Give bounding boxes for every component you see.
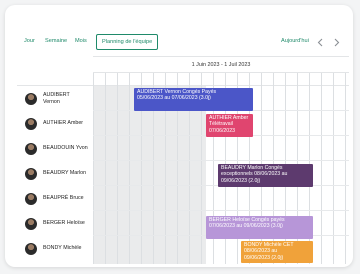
employee-cell[interactable]: BONDY Michèle	[17, 236, 93, 261]
view-day-link[interactable]: Jour	[24, 38, 35, 44]
day-tick	[321, 73, 322, 86]
event-line3: 09/06/2023 (2.0j)	[244, 254, 284, 261]
day-tick	[213, 73, 214, 86]
period-label: 1 Juin 2023 - 1 Juil 2023	[191, 61, 251, 68]
employee-name: BEAUDRY Marlon	[43, 170, 87, 177]
day-tick	[201, 73, 202, 86]
day-tick	[117, 73, 118, 86]
employee-cell[interactable]: AUDIBERT Vernon	[17, 86, 93, 111]
employee-name: AUDIBERT Vernon	[43, 92, 70, 105]
employee-cell[interactable]: BEAUPRÉ Bruce	[17, 186, 93, 211]
employee-cell[interactable]: BERGER Heloïse	[17, 211, 93, 236]
day-tick	[261, 73, 262, 86]
avatar	[25, 142, 37, 155]
employee-name: BEAUPRÉ Bruce	[43, 195, 84, 202]
day-tick	[105, 73, 106, 86]
day-tick	[309, 73, 310, 86]
event-berger[interactable]: BERGER Heloïse Congés payés 07/06/2023 a…	[206, 216, 313, 239]
chevron-left-icon[interactable]	[315, 36, 325, 48]
day-tick-row	[17, 73, 349, 86]
day-tick	[165, 73, 166, 86]
employee-name-line1: AUDIBERT	[43, 92, 70, 99]
employee-name: BEAUDOUIN Yvon	[43, 145, 88, 152]
employee-row: BEAUPRÉ Bruce	[17, 186, 349, 211]
avatar	[25, 242, 37, 255]
avatar	[25, 217, 37, 230]
employee-name: BONDY Michèle	[43, 245, 82, 252]
employee-cell[interactable]: BEAUDRY Marlon	[17, 161, 93, 186]
employee-cell[interactable]: BEAUDOUIN Yvon	[17, 136, 93, 161]
employee-cell[interactable]: AUTHIER Amber	[17, 111, 93, 136]
day-tick	[153, 73, 154, 86]
day-tick	[285, 73, 286, 86]
day-tick	[345, 73, 346, 86]
employee-name: AUTHIER Amber	[43, 120, 84, 127]
avatar	[25, 167, 37, 180]
day-tick	[273, 73, 274, 86]
event-bondy[interactable]: BONDY Michèle CET 08/06/2023 au 09/06/20…	[241, 241, 313, 263]
avatar	[25, 92, 37, 105]
view-week-link[interactable]: Semaine	[45, 38, 67, 44]
event-audibert[interactable]: AUDIBERT Vernon Congés Payés 05/06/2023 …	[134, 88, 253, 111]
chevron-right-icon[interactable]	[332, 36, 342, 48]
event-authier[interactable]: AUTHIER Amber Télétravail 07/06/2023	[206, 114, 253, 137]
day-tick	[177, 73, 178, 86]
period-header: 1 Juin 2023 - 1 Juil 2023	[93, 56, 349, 73]
event-line2: 07/06/2023 au 09/06/2023 (3.0j)	[209, 223, 283, 230]
day-tick	[93, 73, 94, 86]
day-tick	[249, 73, 250, 86]
avatar	[25, 117, 37, 130]
view-month-link[interactable]: Mois	[75, 38, 87, 44]
day-tick	[225, 73, 226, 86]
employee-name-line2: Vernon	[43, 98, 60, 105]
planning-card: Jour Semaine Mois Planning de l'équipe A…	[5, 5, 353, 267]
day-tick	[237, 73, 238, 86]
avatar	[25, 192, 37, 205]
event-line2: 05/06/2023 au 07/06/2023 (3.0j)	[137, 95, 211, 102]
event-beaudry[interactable]: BEAUDRY Marlon Congés exceptionnels 08/0…	[218, 164, 313, 187]
toolbar: Jour Semaine Mois Planning de l'équipe A…	[5, 5, 353, 50]
today-link[interactable]: Aujourd'hui	[281, 38, 309, 44]
employee-row: BEAUDOUIN Yvon	[17, 136, 349, 161]
day-tick	[297, 73, 298, 86]
day-tick	[129, 73, 130, 86]
employee-row: AUTHIER Amber	[17, 111, 349, 136]
employee-name: BERGER Heloïse	[43, 220, 85, 227]
event-line3: 09/06/2023 (2.0j)	[221, 177, 261, 184]
day-tick	[141, 73, 142, 86]
team-planning-button[interactable]: Planning de l'équipe	[96, 34, 159, 50]
day-tick	[333, 73, 334, 86]
planning-grid: AUDIBERT Vernon AUTHIER Amber BEAUDOUIN …	[17, 86, 349, 264]
event-line3: 07/06/2023	[209, 127, 235, 134]
day-tick	[189, 73, 190, 86]
